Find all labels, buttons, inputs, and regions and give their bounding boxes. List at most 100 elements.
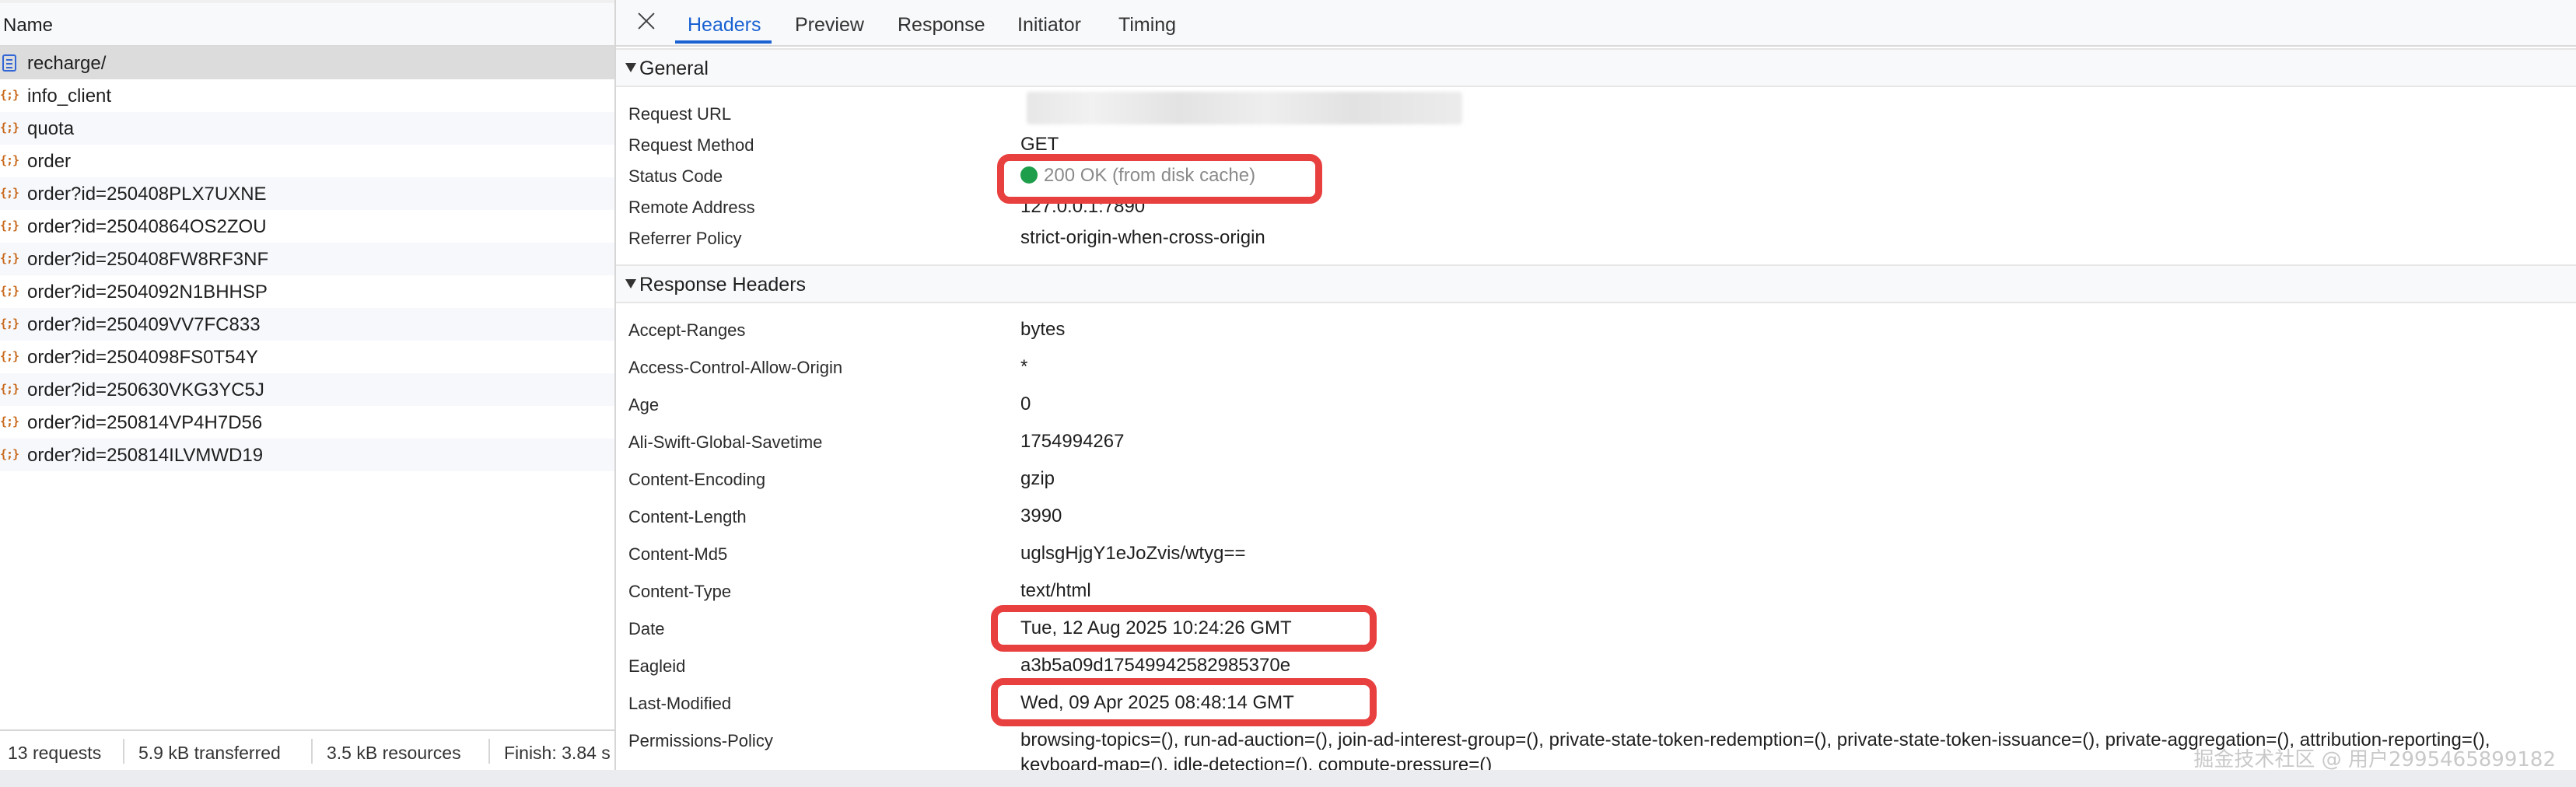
response-header-row: Date Tue, 12 Aug 2025 10:24:26 GMT bbox=[616, 613, 2576, 644]
response-header-row: Content-Type text/html bbox=[616, 575, 2576, 607]
xhr-icon: {;} bbox=[0, 251, 19, 265]
general-section-header[interactable]: General bbox=[616, 48, 2576, 87]
header-value[interactable]: 3990 bbox=[1020, 505, 1062, 527]
xhr-icon: {;} bbox=[0, 88, 19, 102]
request-detail-panel: Headers Preview Response Initiator Timin… bbox=[616, 0, 2576, 770]
header-value[interactable]: text/html bbox=[1020, 580, 1091, 602]
general-status-code: Status Code 200 OK (from disk cache) bbox=[616, 160, 2576, 191]
request-row[interactable]: {;} order?id=2504098FS0T54Y bbox=[0, 341, 614, 373]
request-row-recharge[interactable]: recharge/ bbox=[0, 47, 614, 79]
header-key: Referrer Policy bbox=[628, 229, 742, 248]
xhr-icon: {;} bbox=[0, 186, 19, 200]
request-name: order?id=250814VP4H7D56 bbox=[27, 412, 263, 433]
tab-response[interactable]: Response bbox=[898, 14, 985, 37]
request-row[interactable]: {;} info_client bbox=[0, 79, 614, 112]
request-name: order?id=250408PLX7UXNE bbox=[27, 184, 267, 205]
request-row[interactable]: {;} order?id=250409VV7FC833 bbox=[0, 308, 614, 341]
watermark: 掘金技术社区 @ 用户2995465899182 bbox=[2193, 748, 2556, 771]
header-key: Last-Modified bbox=[628, 694, 732, 713]
general-request-method: Request Method GET bbox=[616, 129, 2576, 160]
header-value[interactable]: bytes bbox=[1020, 319, 1065, 341]
header-key: Ali-Swift-Global-Savetime bbox=[628, 432, 823, 452]
header-key: Access-Control-Allow-Origin bbox=[628, 358, 843, 377]
header-key: Request URL bbox=[628, 104, 732, 124]
divider bbox=[123, 739, 124, 764]
response-header-row: Content-Md5 uglsgHjgY1eJoZvis/wtyg== bbox=[616, 538, 2576, 569]
tab-initiator[interactable]: Initiator bbox=[1017, 14, 1081, 37]
header-value[interactable]: 1754994267 bbox=[1020, 431, 1124, 453]
request-row[interactable]: {;} quota bbox=[0, 112, 614, 145]
request-name: order?id=2504098FS0T54Y bbox=[27, 347, 258, 368]
request-count: 13 requests bbox=[8, 743, 102, 763]
request-name: order?id=250630VKG3YC5J bbox=[27, 380, 264, 400]
request-name: order?id=250408FW8RF3NF bbox=[27, 249, 269, 270]
header-value[interactable]: uglsgHjgY1eJoZvis/wtyg== bbox=[1020, 543, 1245, 565]
xhr-icon: {;} bbox=[0, 121, 19, 135]
section-title: Response Headers bbox=[639, 274, 807, 296]
xhr-icon: {;} bbox=[0, 284, 19, 298]
xhr-icon: {;} bbox=[0, 382, 19, 396]
xhr-icon: {;} bbox=[0, 349, 19, 363]
header-value[interactable]: strict-origin-when-cross-origin bbox=[1020, 227, 1265, 249]
response-header-row: Content-Length 3990 bbox=[616, 501, 2576, 532]
response-headers-section-header[interactable]: Response Headers bbox=[616, 264, 2576, 303]
last-modified-highlight bbox=[991, 678, 1377, 726]
request-row[interactable]: {;} order bbox=[0, 145, 614, 177]
header-key: Content-Encoding bbox=[628, 470, 766, 489]
response-header-row: Access-Control-Allow-Origin * bbox=[616, 352, 2576, 383]
status-code-highlight bbox=[997, 154, 1322, 204]
close-icon[interactable] bbox=[635, 9, 658, 33]
header-key: Content-Length bbox=[628, 507, 747, 526]
collapse-triangle-icon bbox=[625, 63, 636, 72]
header-key: Status Code bbox=[628, 166, 723, 186]
request-name: info_client bbox=[27, 86, 112, 107]
request-name: order?id=2504092N1BHHSP bbox=[27, 282, 268, 303]
header-key: Remote Address bbox=[628, 198, 755, 217]
xhr-icon: {;} bbox=[0, 414, 19, 428]
request-row[interactable]: {;} order?id=250814VP4H7D56 bbox=[0, 406, 614, 439]
network-status-bar: 13 requests 5.9 kB transferred 3.5 kB re… bbox=[0, 729, 614, 770]
header-value[interactable]: * bbox=[1020, 356, 1027, 378]
header-value[interactable]: gzip bbox=[1020, 468, 1055, 490]
detail-tab-bar: Headers Preview Response Initiator Timin… bbox=[616, 0, 2576, 47]
request-list: recharge/ {;} info_client {;} quota {;} … bbox=[0, 47, 614, 471]
header-key: Eagleid bbox=[628, 656, 686, 676]
tab-timing[interactable]: Timing bbox=[1118, 14, 1176, 37]
collapse-triangle-icon bbox=[625, 279, 636, 289]
request-row[interactable]: {;} order?id=250408FW8RF3NF bbox=[0, 243, 614, 275]
header-key: Age bbox=[628, 395, 660, 414]
xhr-icon: {;} bbox=[0, 219, 19, 233]
header-key: Accept-Ranges bbox=[628, 320, 746, 340]
request-name: order?id=25040864OS2ZOU bbox=[27, 216, 267, 237]
active-tab-indicator bbox=[675, 40, 772, 44]
request-name: order?id=250409VV7FC833 bbox=[27, 314, 261, 335]
response-header-row: Last-Modified Wed, 09 Apr 2025 08:48:14 … bbox=[616, 687, 2576, 719]
tab-headers[interactable]: Headers bbox=[688, 14, 761, 37]
request-row[interactable]: {;} order?id=2504092N1BHHSP bbox=[0, 275, 614, 308]
name-column-header[interactable]: Name bbox=[0, 3, 614, 47]
response-header-row: Eagleid a3b5a09d17549942582985370e bbox=[616, 650, 2576, 681]
request-row[interactable]: {;} order?id=250630VKG3YC5J bbox=[0, 373, 614, 406]
header-value[interactable]: GET bbox=[1020, 134, 1059, 156]
section-title: General bbox=[639, 58, 709, 79]
request-name: quota bbox=[27, 118, 75, 139]
requests-panel: Name recharge/ {;} info_client {;} quota… bbox=[0, 0, 616, 770]
transferred-size: 5.9 kB transferred bbox=[138, 743, 281, 763]
header-value[interactable]: 0 bbox=[1020, 394, 1031, 415]
request-name: order?id=250814ILVMWD19 bbox=[27, 445, 264, 466]
request-row[interactable]: {;} order?id=25040864OS2ZOU bbox=[0, 210, 614, 243]
xhr-icon: {;} bbox=[0, 153, 19, 167]
xhr-icon: {;} bbox=[0, 317, 19, 331]
bottom-scroll-strip bbox=[0, 770, 2576, 787]
name-column-label: Name bbox=[3, 15, 54, 36]
resources-size: 3.5 kB resources bbox=[327, 743, 461, 763]
request-row[interactable]: {;} order?id=250814ILVMWD19 bbox=[0, 439, 614, 471]
tab-preview[interactable]: Preview bbox=[795, 14, 864, 37]
response-header-row: Ali-Swift-Global-Savetime 1754994267 bbox=[616, 426, 2576, 457]
header-value[interactable]: a3b5a09d17549942582985370e bbox=[1020, 655, 1290, 677]
general-referrer-policy: Referrer Policy strict-origin-when-cross… bbox=[616, 222, 2576, 254]
request-name: order bbox=[27, 151, 72, 172]
request-row[interactable]: {;} order?id=250408PLX7UXNE bbox=[0, 177, 614, 210]
general-remote-address: Remote Address 127.0.0.1:7890 bbox=[616, 191, 2576, 222]
divider bbox=[488, 739, 490, 764]
